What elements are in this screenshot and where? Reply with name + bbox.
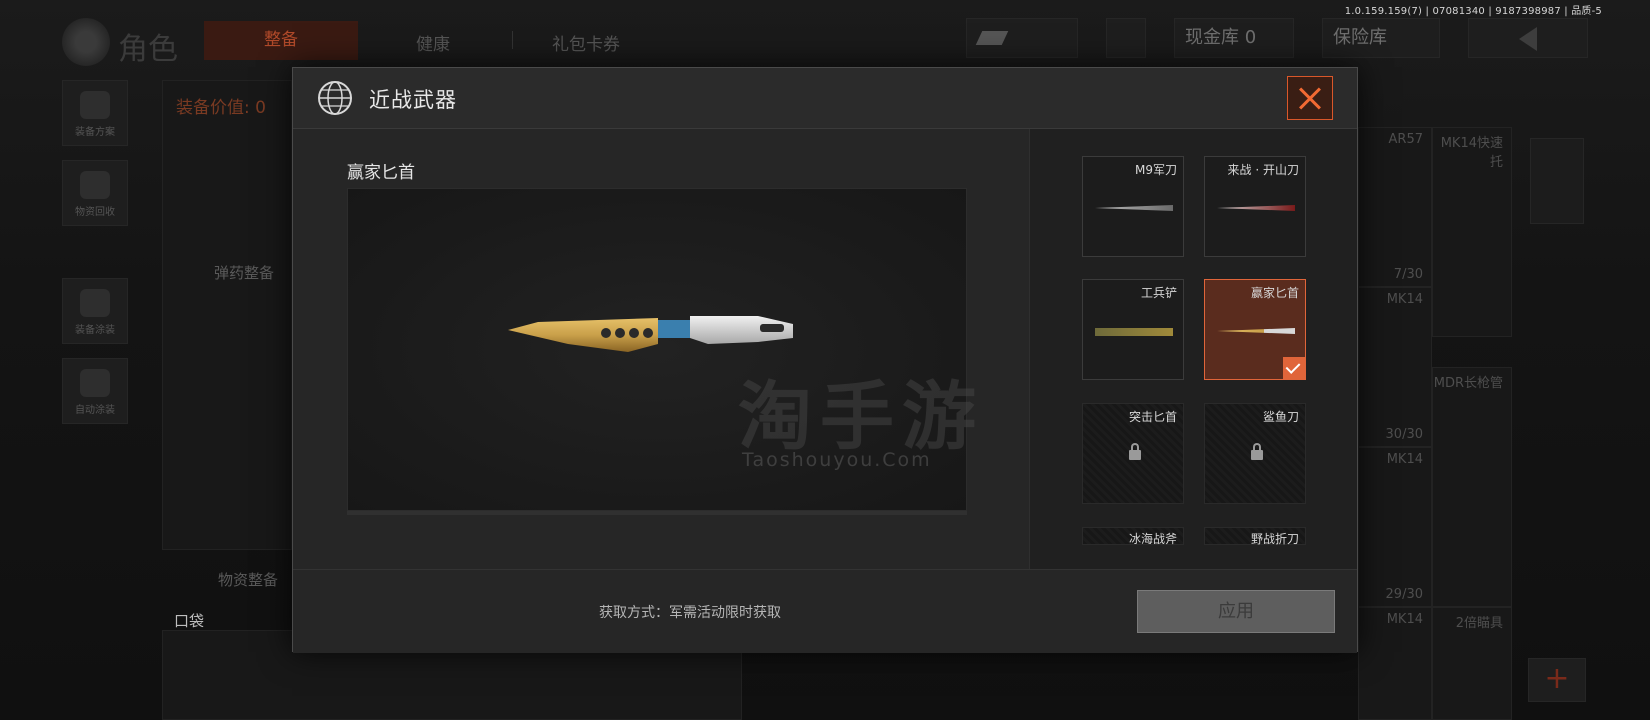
sidebar-item-label: 自动涂装 [75, 405, 115, 416]
dialog-footer: 获取方式：军需活动限时获取 应用 [293, 569, 1357, 653]
weapon-card-name: M9军刀 [1135, 163, 1177, 177]
weapon-slot[interactable]: AR57 7/30 [1358, 127, 1432, 287]
loadout-panel [162, 80, 292, 550]
shovel-icon [1095, 328, 1173, 336]
weapon-slot-name: MK14 [1386, 452, 1423, 467]
game-logo [62, 18, 110, 66]
weapon-slot[interactable]: MK14 29/30 [1358, 447, 1432, 607]
close-button[interactable] [1287, 76, 1333, 120]
equip-value: 装备价值: 0 [176, 98, 266, 118]
add-button[interactable]: + [1528, 658, 1586, 702]
machete-icon [1217, 205, 1295, 211]
weapon-card-locked[interactable]: 野战折刀 [1204, 527, 1306, 546]
loadout-icon [80, 91, 110, 119]
sidebar-item-equip-paint[interactable]: 装备涂装 [62, 278, 128, 344]
dialog-title: 近战武器 [369, 88, 457, 112]
weapon-card-selected[interactable]: 赢家匕首 [1204, 279, 1306, 380]
weapon-card-name: 突击匕首 [1128, 410, 1177, 424]
sidebar-item-recycle[interactable]: 物资回收 [62, 160, 128, 226]
pocket-label: 口袋 [174, 612, 205, 630]
weapon-card-name: 野战折刀 [1250, 532, 1299, 546]
weapon-slot-ammo: 7/30 [1393, 267, 1423, 282]
obtain-method: 获取方式：军需活动限时获取 [599, 605, 781, 621]
tab-gift-coupon[interactable]: 礼包卡券 [552, 30, 620, 55]
melee-weapon-dialog: 近战武器 赢家匕首 淘手游 Taoshouyou.Com M9军刀 来战 · 开… [292, 67, 1358, 653]
weapon-card[interactable]: 来战 · 开山刀 [1204, 156, 1306, 257]
weapon-slot-ammo: 30/30 [1385, 427, 1423, 442]
weapon-slot-name: MK14 [1386, 612, 1423, 627]
ammo-loadout-label: 弹药整备 [214, 264, 275, 282]
winner-dagger-icon [1217, 328, 1295, 334]
weapon-card[interactable]: 工兵铲 [1082, 279, 1184, 380]
supply-loadout-label: 物资整备 [218, 571, 279, 589]
cash-vault-label: 现金库 0 [1185, 27, 1257, 48]
attachment-name: MK14快速托 [1440, 136, 1503, 170]
safe-button[interactable]: 保险库 [1322, 18, 1440, 58]
attachment-name: MDR长枪管 [1433, 376, 1503, 391]
watermark-url: Taoshouyou.Com [742, 449, 932, 471]
sidebar-item-label: 装备涂装 [75, 325, 115, 336]
attachment-slot[interactable]: MDR长枪管 [1432, 367, 1512, 607]
weapon-card-name: 赢家匕首 [1250, 286, 1299, 300]
weapon-list: M9军刀 来战 · 开山刀 工兵铲 赢家匕首 突击匕首 鲨鱼刀 冰海战斧 野战折… [1029, 129, 1357, 569]
soldier-icon [80, 289, 110, 317]
weapon-card-name: 来战 · 开山刀 [1227, 163, 1299, 177]
sidebar-item-auto-paint[interactable]: 自动涂装 [62, 358, 128, 424]
weapon-preview: 淘手游 Taoshouyou.Com [347, 188, 976, 511]
cash-icon [975, 31, 1009, 45]
weapon-card-name: 鲨鱼刀 [1262, 410, 1299, 424]
brush-gear-icon [80, 369, 110, 397]
tab-loadout[interactable]: 整备 [204, 21, 358, 60]
attachment-name: 2倍瞄具 [1455, 616, 1503, 631]
weapon-card-locked[interactable]: 突击匕首 [1082, 403, 1184, 504]
weapon-card-locked[interactable]: 冰海战斧 [1082, 527, 1184, 546]
weapon-card-locked[interactable]: 鲨鱼刀 [1204, 403, 1306, 504]
attachment-slot[interactable]: 2倍瞄具 [1432, 607, 1512, 720]
attachment-slot[interactable]: MK14快速托 [1432, 127, 1512, 337]
weapon-slot-name: AR57 [1388, 132, 1423, 147]
weapon-card-name: 冰海战斧 [1128, 532, 1177, 546]
layers-button[interactable] [1530, 138, 1584, 224]
apply-button[interactable]: 应用 [1137, 590, 1335, 633]
lock-icon [1129, 443, 1141, 460]
recycle-icon [80, 171, 110, 199]
preview-divider [347, 511, 967, 515]
sidebar-item-label: 物资回收 [75, 207, 115, 218]
check-icon [1283, 357, 1305, 379]
page-title: 角色 [118, 32, 178, 67]
selected-weapon-name: 赢家匕首 [347, 163, 415, 183]
back-arrow-icon [1519, 27, 1537, 51]
tab-health[interactable]: 健康 [416, 30, 450, 55]
safe-label: 保险库 [1333, 27, 1387, 48]
weapon-card-name: 工兵铲 [1140, 286, 1177, 300]
weapon-card[interactable]: M9军刀 [1082, 156, 1184, 257]
m9-knife-icon [1095, 205, 1173, 211]
sidebar-item-loadout-plan[interactable]: 装备方案 [62, 80, 128, 146]
back-button[interactable] [1468, 18, 1588, 58]
weapon-slot[interactable]: MK14 30/30 [1358, 287, 1432, 447]
currency-display: 704362 [966, 18, 1078, 86]
globe-icon [318, 81, 352, 115]
weapon-slot[interactable]: MK14 [1358, 607, 1432, 720]
watermark-title: 淘手游 [738, 374, 984, 460]
cash-vault-button[interactable]: 现金库 0 [1174, 18, 1294, 58]
lock-icon [1251, 443, 1263, 460]
weapon-slot-name: MK14 [1386, 292, 1423, 307]
weapon-slot-ammo: 29/30 [1385, 587, 1423, 602]
version-string: 1.0.159.159(7) | 07081340 | 9187398987 |… [1344, 6, 1602, 17]
watermark: 淘手游 Taoshouyou.Com [718, 357, 1018, 471]
dialog-header: 近战武器 [293, 68, 1357, 129]
sidebar-item-label: 装备方案 [75, 127, 115, 138]
avatar-button[interactable] [1106, 18, 1146, 58]
tab-divider [512, 31, 513, 49]
